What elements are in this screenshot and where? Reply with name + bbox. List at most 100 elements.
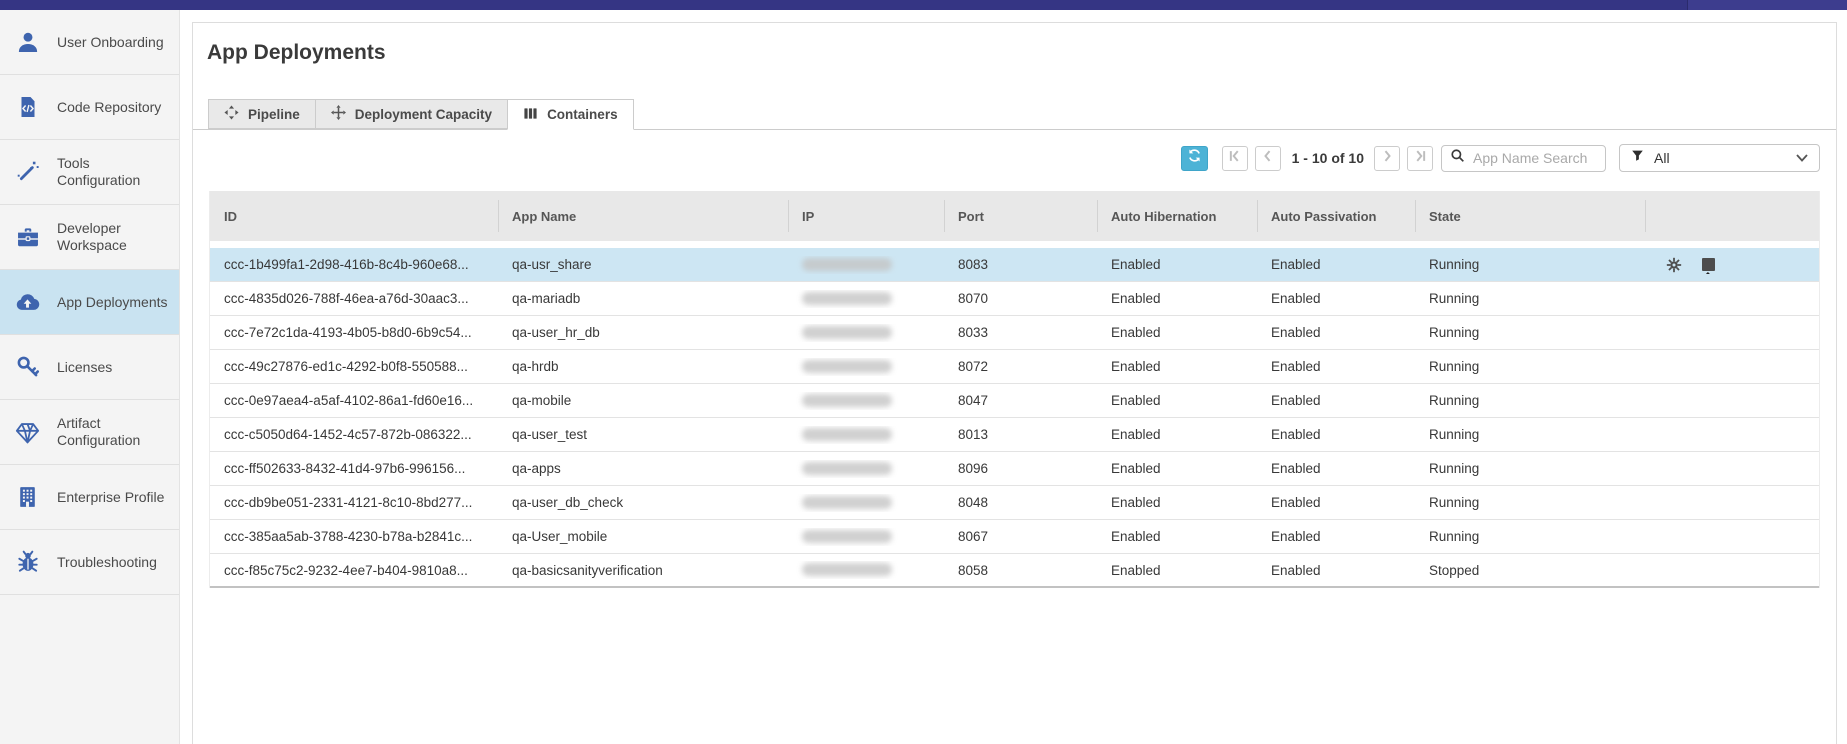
cell-port: 8048 (944, 495, 1097, 510)
cell-id: ccc-db9be051-2331-4121-8c10-8bd277... (210, 495, 498, 510)
table-row[interactable]: ccc-7e72c1da-4193-4b05-b8d0-6b9c54... qa… (210, 316, 1819, 350)
cell-state: Running (1415, 393, 1645, 408)
refresh-button[interactable] (1181, 146, 1208, 171)
redacted-ip-value (802, 462, 892, 475)
top-bar-right-segment (1687, 0, 1847, 10)
building-icon (14, 484, 41, 511)
sidebar-item-app-deployments[interactable]: App Deployments (0, 270, 179, 335)
move-icon (331, 105, 346, 123)
cell-app-name: qa-apps (498, 461, 788, 476)
search-input[interactable] (1473, 150, 1593, 166)
cell-auto-hibernation: Enabled (1097, 257, 1257, 272)
cell-port: 8070 (944, 291, 1097, 306)
stop-icon (1702, 258, 1715, 271)
column-header-actions (1645, 191, 1819, 241)
cell-ip (788, 426, 944, 444)
first-page-icon (1228, 149, 1241, 168)
top-bar (0, 0, 1847, 10)
table-row[interactable]: ccc-0e97aea4-a5af-4102-86a1-fd60e16... q… (210, 384, 1819, 418)
table-row[interactable]: ccc-385aa5ab-3788-4230-b78a-b2841c... qa… (210, 520, 1819, 554)
sidebar-item-code-repository[interactable]: Code Repository (0, 75, 179, 140)
redacted-ip-value (802, 496, 892, 509)
cell-state: Running (1415, 359, 1645, 374)
table-row[interactable]: ccc-db9be051-2331-4121-8c10-8bd277... qa… (210, 486, 1819, 520)
cell-id: ccc-c5050d64-1452-4c57-872b-086322... (210, 427, 498, 442)
cell-auto-hibernation: Enabled (1097, 291, 1257, 306)
containers-table: IDApp NameIPPortAuto HibernationAuto Pas… (209, 191, 1820, 588)
cell-auto-hibernation: Enabled (1097, 563, 1257, 578)
last-page-button[interactable] (1407, 146, 1433, 171)
cell-state: Running (1415, 495, 1645, 510)
cell-app-name: qa-User_mobile (498, 529, 788, 544)
redacted-ip-value (802, 326, 892, 339)
sidebar-item-troubleshooting[interactable]: Troubleshooting (0, 530, 179, 595)
cell-port: 8096 (944, 461, 1097, 476)
cell-port: 8072 (944, 359, 1097, 374)
table-header-row: IDApp NameIPPortAuto HibernationAuto Pas… (210, 191, 1819, 241)
cell-auto-passivation: Enabled (1257, 495, 1415, 510)
magic-wand-icon (14, 159, 41, 186)
cell-ip (788, 358, 944, 376)
previous-page-button[interactable] (1255, 146, 1281, 171)
tab-pipeline[interactable]: Pipeline (208, 99, 315, 129)
cell-state: Running (1415, 325, 1645, 340)
gear-icon[interactable] (1665, 256, 1683, 274)
refresh-icon (1187, 148, 1202, 168)
cell-app-name: qa-usr_share (498, 257, 788, 272)
cell-ip (788, 324, 944, 342)
first-page-button[interactable] (1222, 146, 1248, 171)
tab-deployment-capacity[interactable]: Deployment Capacity (315, 99, 507, 129)
table-row[interactable]: ccc-4835d026-788f-46ea-a76d-30aac3... qa… (210, 282, 1819, 316)
table-row[interactable]: ccc-1b499fa1-2d98-416b-8c4b-960e68... qa… (210, 248, 1819, 282)
filter-dropdown[interactable]: All (1619, 144, 1820, 172)
table-row[interactable]: ccc-ff502633-8432-41d4-97b6-996156... qa… (210, 452, 1819, 486)
next-page-button[interactable] (1374, 146, 1400, 171)
sidebar-item-enterprise-profile[interactable]: Enterprise Profile (0, 465, 179, 530)
table-row[interactable]: ccc-c5050d64-1452-4c57-872b-086322... qa… (210, 418, 1819, 452)
cell-auto-passivation: Enabled (1257, 257, 1415, 272)
cell-auto-passivation: Enabled (1257, 359, 1415, 374)
table-row[interactable]: ccc-49c27876-ed1c-4292-b0f8-550588... qa… (210, 350, 1819, 384)
filter-icon (1631, 149, 1644, 167)
app-name-search[interactable] (1441, 145, 1606, 172)
cell-auto-hibernation: Enabled (1097, 495, 1257, 510)
sidebar-item-licenses[interactable]: Licenses (0, 335, 179, 400)
cell-auto-passivation: Enabled (1257, 393, 1415, 408)
table-body: ccc-1b499fa1-2d98-416b-8c4b-960e68... qa… (210, 248, 1819, 588)
cell-id: ccc-f85c75c2-9232-4ee7-b404-9810a8... (210, 563, 498, 578)
sidebar-item-user-onboarding[interactable]: User Onboarding (0, 10, 179, 75)
briefcase-icon (14, 224, 41, 251)
cell-auto-hibernation: Enabled (1097, 461, 1257, 476)
chevron-left-icon (1261, 149, 1274, 168)
cell-id: ccc-ff502633-8432-41d4-97b6-996156... (210, 461, 498, 476)
cell-auto-hibernation: Enabled (1097, 359, 1257, 374)
cell-auto-hibernation: Enabled (1097, 325, 1257, 340)
pipeline-icon (224, 105, 239, 123)
search-icon (1450, 148, 1465, 168)
tab-containers[interactable]: Containers (507, 99, 634, 130)
cell-state: Running (1415, 291, 1645, 306)
sidebar-nav: User Onboarding Code Repository Tools Co… (0, 10, 180, 744)
cell-auto-passivation: Enabled (1257, 563, 1415, 578)
diamond-icon (14, 419, 41, 446)
column-header-app-name: App Name (498, 191, 788, 241)
column-header-id: ID (210, 191, 498, 241)
redacted-ip-value (802, 563, 892, 576)
cell-ip (788, 528, 944, 546)
tab-label: Deployment Capacity (355, 107, 492, 122)
cell-port: 8047 (944, 393, 1097, 408)
chevron-down-icon (1796, 149, 1808, 167)
cell-auto-hibernation: Enabled (1097, 427, 1257, 442)
cell-ip (788, 290, 944, 308)
cell-ip (788, 256, 944, 274)
last-page-icon (1414, 149, 1427, 168)
key-icon (14, 354, 41, 381)
sidebar-item-artifact-configuration[interactable]: Artifact Configuration (0, 400, 179, 465)
tooltip-caret (1702, 272, 1714, 274)
cell-state: Running (1415, 257, 1645, 272)
hibernate-button[interactable]: Hibernate (1699, 256, 1717, 274)
sidebar-item-developer-workspace[interactable]: Developer Workspace (0, 205, 179, 270)
cell-app-name: qa-mobile (498, 393, 788, 408)
table-row[interactable]: ccc-f85c75c2-9232-4ee7-b404-9810a8... qa… (210, 554, 1819, 588)
sidebar-item-tools-configuration[interactable]: Tools Configuration (0, 140, 179, 205)
